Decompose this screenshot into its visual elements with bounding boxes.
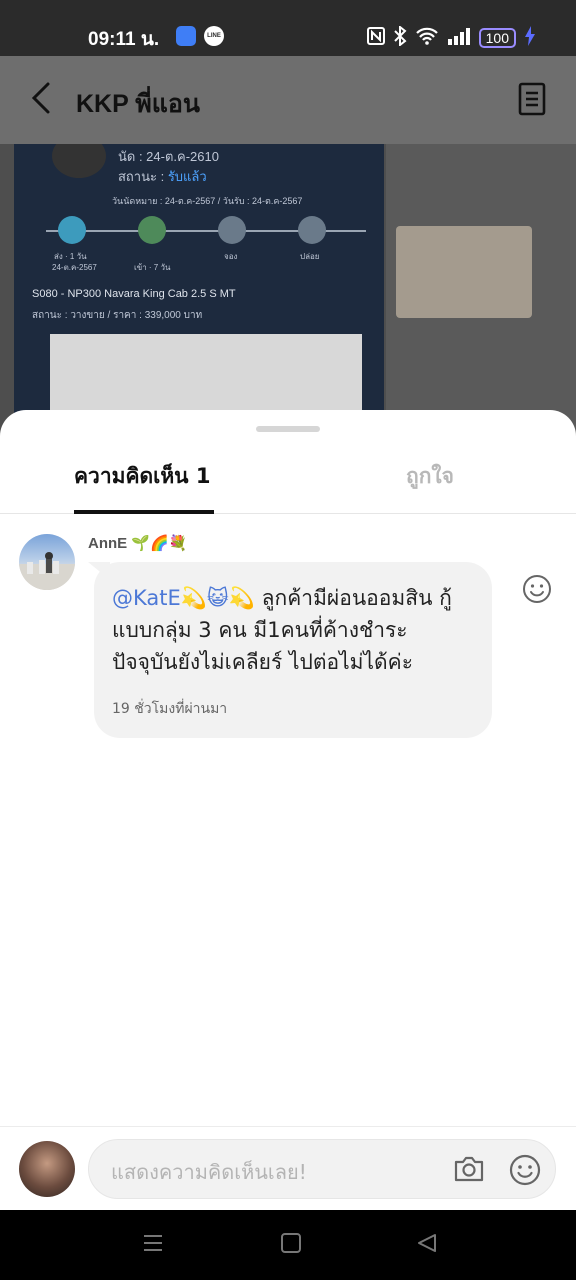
comment-author-name[interactable]: AnnE 🌱🌈💐 — [88, 534, 187, 552]
comment-mention[interactable]: @KatE💫😺💫 — [112, 586, 255, 610]
battery-indicator: 100 — [478, 28, 516, 48]
comment-input[interactable]: แสดงความคิดเห็นเลย! — [88, 1139, 556, 1199]
sheet-tabs: ความคิดเห็น 1 ถูกใจ — [0, 450, 576, 514]
comment-text: @KatE💫😺💫 ลูกค้ามีผ่อนออมสิน กู้แบบกลุ่ม … — [112, 582, 476, 678]
back-arrow-icon[interactable] — [28, 80, 54, 120]
bg-dates-text: วันนัดหมาย : 24-ต.ค-2567 / วันรับ : 24-ต… — [112, 196, 303, 206]
bg-step-label-4: ปล่อย — [300, 252, 320, 261]
bg-step-4 — [298, 216, 326, 244]
status-time: 09:11 น. — [88, 29, 160, 50]
comments-sheet: ความคิดเห็น 1 ถูกใจ AnnE 🌱🌈💐 @KatE💫😺💫 ลู… — [0, 410, 576, 1210]
bg-id-card-image — [396, 226, 532, 318]
background-avatar — [52, 144, 106, 178]
comment-author-avatar[interactable] — [19, 534, 75, 590]
document-menu-icon[interactable] — [518, 82, 546, 120]
bg-car-model: S080 - NP300 Navara King Cab 2.5 S MT — [32, 288, 236, 300]
emoji-icon[interactable] — [509, 1154, 541, 1190]
app-header: KKP พี่แอน — [0, 56, 576, 144]
comment-timestamp: 19 ชั่วโมงที่ผ่านมา — [112, 701, 228, 717]
page-title: KKP พี่แอน — [76, 90, 200, 118]
bg-step-sublabel-1: 24-ต.ค-2567 — [52, 263, 97, 272]
bg-appointment-text: นัด : 24-ต.ค-2610 — [118, 149, 219, 164]
recent-apps-icon[interactable] — [142, 1232, 164, 1258]
background-content: นัด : 24-ต.ค-2610 สถานะ : รับแล้ว วันนัด… — [0, 144, 576, 444]
home-icon[interactable] — [280, 1232, 302, 1258]
wifi-icon — [415, 27, 439, 49]
bluetooth-icon — [393, 24, 407, 50]
bg-step-3 — [218, 216, 246, 244]
system-nav-bar — [0, 1210, 576, 1280]
bg-status-text: สถานะ : รับแล้ว — [118, 169, 207, 184]
app-notification-icon — [176, 26, 196, 46]
nfc-icon — [366, 27, 385, 49]
signal-icon — [447, 27, 471, 49]
bg-step-label-2: เข้า · 7 วัน — [134, 263, 171, 272]
tab-likes[interactable]: ถูกใจ — [406, 460, 454, 493]
tab-comments[interactable]: ความคิดเห็น 1 — [74, 460, 210, 493]
comment-input-bar: แสดงความคิดเห็นเลย! — [0, 1126, 576, 1210]
comment-input-placeholder: แสดงความคิดเห็นเลย! — [111, 1160, 307, 1184]
bg-step-label-3: จอง — [224, 252, 238, 261]
charging-icon — [524, 26, 536, 50]
background-id-card-post — [386, 144, 576, 444]
background-post-card: นัด : 24-ต.ค-2610 สถานะ : รับแล้ว วันนัด… — [14, 144, 384, 444]
back-triangle-icon[interactable] — [416, 1232, 438, 1258]
sheet-drag-handle[interactable] — [256, 426, 320, 432]
bg-step-2 — [138, 216, 166, 244]
active-tab-indicator — [74, 510, 214, 514]
line-app-icon: LINE — [204, 26, 224, 46]
smiley-icon[interactable] — [522, 574, 552, 608]
camera-icon[interactable] — [453, 1154, 485, 1188]
comment-bubble[interactable]: @KatE💫😺💫 ลูกค้ามีผ่อนออมสิน กู้แบบกลุ่ม … — [94, 562, 492, 738]
bg-step-1 — [58, 216, 86, 244]
system-icons: 100 — [366, 24, 536, 50]
bg-car-status: สถานะ : วางขาย / ราคา : 339,000 บาท — [32, 310, 203, 321]
status-bar: 09:11 น. LINE 100 — [0, 0, 576, 56]
current-user-avatar — [19, 1141, 75, 1197]
